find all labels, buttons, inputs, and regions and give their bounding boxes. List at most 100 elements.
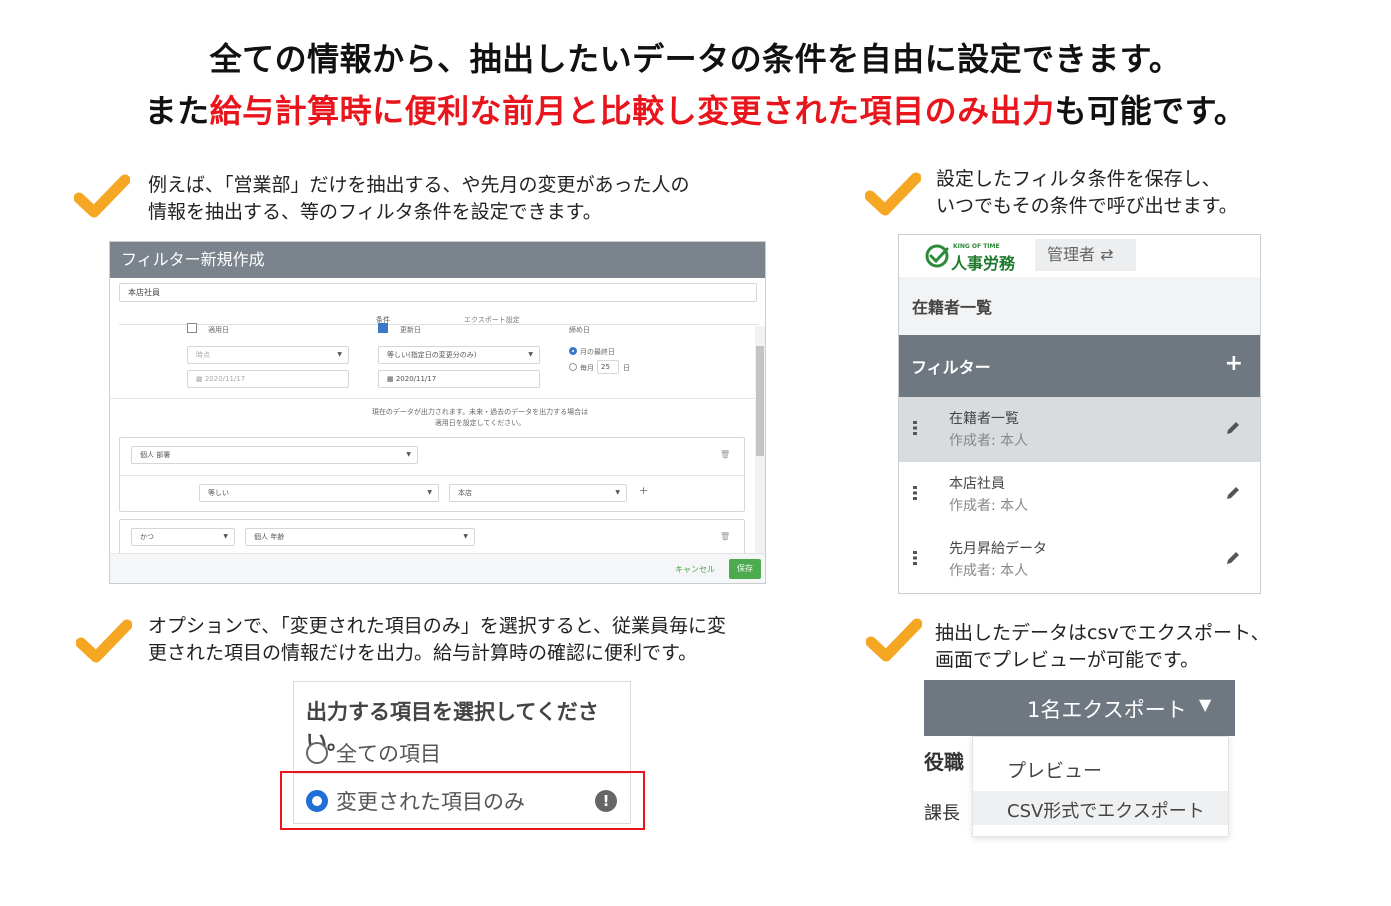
field-select[interactable]: 個人 部署 ▼ — [131, 446, 418, 464]
add-filter-icon[interactable]: + — [1225, 351, 1243, 376]
operator-select[interactable]: 等しい ▼ — [199, 484, 439, 502]
table-background: 役職 課長 — [924, 736, 974, 838]
field-select[interactable]: 個人 年齢 ▼ — [245, 528, 475, 546]
change-date-select[interactable]: 等しい(指定日の変更分のみ) ▼ — [378, 346, 540, 364]
pencil-icon[interactable] — [1224, 484, 1242, 502]
chevron-down-icon: ▼ — [463, 533, 468, 540]
select-value: かつ — [140, 533, 154, 541]
apply-date-select[interactable]: 時点 ▼ — [187, 346, 349, 364]
checkmark-icon — [74, 174, 130, 218]
filter-item[interactable]: 在籍者一覧 作成者: 本人 — [899, 397, 1260, 462]
apply-date-checkbox[interactable] — [187, 323, 197, 333]
add-value-icon[interactable]: + — [639, 484, 648, 497]
caption-line: 設定したフィルタ条件を保存し、 — [936, 168, 1221, 190]
menu-item-csv-export[interactable]: CSV形式でエクスポート — [973, 791, 1228, 825]
date-value: 2020/11/17 — [204, 375, 246, 383]
caption-line: 例えば、「営業部」だけを抽出する、や先月の変更があった人の — [148, 174, 690, 196]
caption-line: 抽出したデータはcsvでエクスポート、 — [935, 622, 1270, 644]
checkmark-icon — [865, 172, 921, 216]
note-line: 適用日を設定してください。 — [434, 419, 526, 427]
app-header: KING OF TIME 人事労務 管理者 ⇄ — [899, 235, 1260, 277]
filter-item-creator: 作成者: 本人 — [949, 563, 1029, 579]
change-date-checkbox[interactable] — [378, 323, 388, 333]
filter-list-panel: KING OF TIME 人事労務 管理者 ⇄ 在籍者一覧 フィルター + 在籍… — [898, 234, 1261, 594]
checkmark-icon — [76, 619, 132, 663]
chevron-down-icon: ▼ — [337, 351, 342, 358]
save-button[interactable]: 保存 — [729, 559, 761, 579]
select-value: 本店 — [458, 489, 472, 497]
caption-export: 抽出したデータはcsvでエクスポート、 画面でプレビューが可能です。 — [935, 620, 1270, 674]
filter-item[interactable]: 本店社員 作成者: 本人 — [899, 462, 1260, 527]
condition-card: 個人 部署 ▼ 🗑 等しい ▼ 本店 ▼ + — [119, 437, 745, 512]
apply-date-label: 適用日 — [208, 326, 229, 334]
trash-icon[interactable]: 🗑 — [720, 532, 730, 541]
radio-monthly-label: 毎月 — [580, 364, 594, 372]
menu-item-preview[interactable]: プレビュー — [1007, 756, 1102, 783]
select-value: 等しい(指定日の変更分のみ) — [387, 351, 477, 359]
dialog-title: フィルター新規作成 — [110, 242, 765, 278]
caret-down-icon: ▼ — [1199, 695, 1212, 714]
chevron-down-icon: ▼ — [427, 489, 432, 496]
caption-line: いつでもその条件で呼び出せます。 — [936, 195, 1238, 217]
drag-handle-icon[interactable] — [913, 551, 917, 565]
radio-month-end[interactable] — [569, 347, 577, 355]
apply-date-input[interactable]: ▦ 2020/11/17 — [187, 370, 349, 388]
filter-item-name: 本店社員 — [949, 476, 1005, 492]
headline-line-2-post: も可能です。 — [1054, 92, 1247, 130]
checkmark-icon — [866, 618, 922, 662]
role-switch-button[interactable]: 管理者 ⇄ — [1035, 239, 1136, 271]
brand-small: KING OF TIME — [953, 243, 1000, 250]
conjunction-select[interactable]: かつ ▼ — [131, 528, 235, 546]
select-value: 等しい — [208, 489, 229, 497]
calendar-icon: ▦ — [387, 375, 396, 383]
note-line: 現在のデータが出力されます。未来・過去のデータを出力する場合は — [371, 408, 589, 416]
filter-section-title: フィルター — [911, 358, 991, 377]
card-divider — [120, 475, 744, 476]
monthly-day-select[interactable]: 25 — [597, 360, 619, 374]
scrollbar-thumb[interactable] — [756, 346, 764, 456]
headline-highlight: 給与計算時に便利な前月と比較し変更された項目のみ出力 — [209, 92, 1055, 130]
radio-monthly[interactable] — [569, 363, 577, 371]
brand-name: 人事労務 — [951, 254, 1016, 273]
filter-name-input[interactable]: 本店社員 — [119, 283, 757, 302]
filter-item-creator: 作成者: 本人 — [949, 498, 1029, 514]
caption-line: 情報を抽出する、等のフィルタ条件を設定できます。 — [148, 201, 602, 223]
filter-item-name: 先月昇給データ — [949, 541, 1047, 557]
export-button[interactable]: 1名エクスポート ▼ — [924, 680, 1235, 736]
caption-filter-save: 設定したフィルタ条件を保存し、 いつでもその条件で呼び出せます。 — [936, 166, 1238, 220]
select-value: 個人 年齢 — [254, 533, 285, 541]
logo-icon — [925, 244, 949, 268]
radio-month-end-label: 月の最終日 — [580, 348, 615, 356]
radio-button[interactable] — [306, 742, 328, 764]
drag-handle-icon[interactable] — [913, 421, 917, 435]
page-title: 在籍者一覧 — [912, 298, 993, 317]
caption-changed-only: オプションで、「変更された項目のみ」を選択すると、従業員毎に変 更された項目の情… — [148, 613, 726, 667]
change-date-input[interactable]: ▦ 2020/11/17 — [378, 370, 540, 388]
drag-handle-icon[interactable] — [913, 486, 917, 500]
trash-icon[interactable]: 🗑 — [720, 450, 730, 459]
table-cell: 課長 — [924, 803, 960, 824]
caption-line: オプションで、「変更された項目のみ」を選択すると、従業員毎に変 — [148, 615, 726, 637]
headline-line-2: また給与計算時に便利な前月と比較し変更された項目のみ出力も可能です。 — [0, 86, 1391, 132]
headline-line-2-pre: また — [144, 92, 210, 130]
pencil-icon[interactable] — [1224, 549, 1242, 567]
section-divider — [110, 398, 755, 399]
cancel-button[interactable]: キャンセル — [675, 564, 715, 575]
value-select[interactable]: 本店 ▼ — [449, 484, 627, 502]
headline-line-1: 全ての情報から、抽出したいデータの条件を自由に設定できます。 — [209, 40, 1182, 78]
pencil-icon[interactable] — [1224, 419, 1242, 437]
filter-item-creator: 作成者: 本人 — [949, 433, 1029, 449]
info-note: 現在のデータが出力されます。未来・過去のデータを出力する場合は 適用日を設定して… — [260, 407, 700, 429]
filter-item[interactable]: 先月昇給データ 作成者: 本人 — [899, 527, 1260, 592]
select-value: 25 — [601, 363, 610, 371]
caption-line: 更された項目の情報だけを出力。給与計算時の確認に便利です。 — [148, 642, 698, 664]
scrollbar[interactable] — [755, 326, 765, 554]
highlight-box — [280, 771, 645, 830]
dialog-footer: キャンセル 保存 — [110, 553, 765, 583]
radio-option-all[interactable]: 全ての項目 — [306, 738, 441, 768]
chevron-down-icon: ▼ — [528, 351, 533, 358]
filter-section-header: フィルター + — [899, 335, 1260, 397]
brand-logo[interactable]: KING OF TIME 人事労務 — [925, 240, 1025, 273]
close-date-label: 締め日 — [569, 326, 590, 334]
calendar-icon: ▦ — [196, 375, 205, 383]
